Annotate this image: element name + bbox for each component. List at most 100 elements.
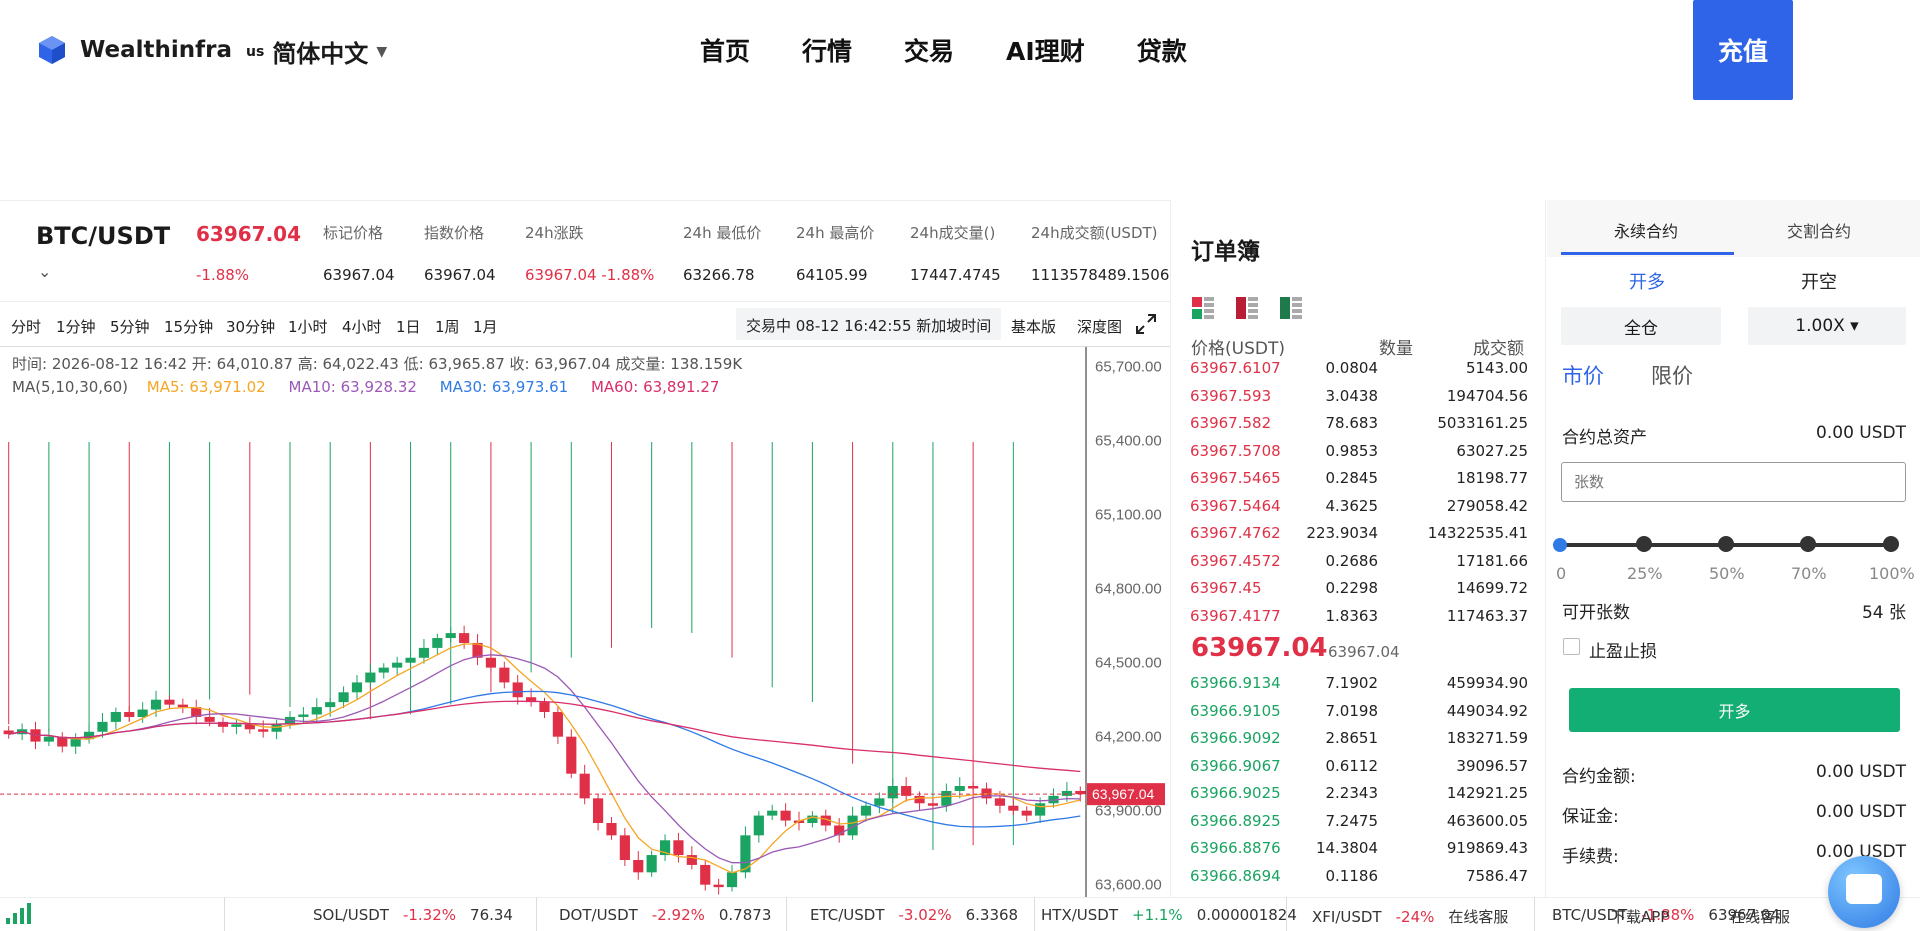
tf-5m[interactable]: 5分钟 [110, 316, 150, 337]
depth-chart-button[interactable]: 深度图 [1077, 316, 1122, 337]
asks-row[interactable]: 63967.45 0.2298 14699.72 [1190, 579, 1528, 606]
bids-row[interactable]: 63966.9134 7.1902 459934.90 [1190, 674, 1528, 701]
tf-1d[interactable]: 1日 [396, 316, 421, 337]
pair-selector[interactable]: BTC/USDT [36, 222, 170, 250]
tab-perpetual[interactable]: 永续合约 [1614, 218, 1678, 242]
bottom-ticker-item[interactable]: SOL/USDT -1.32% 76.34 [313, 906, 513, 924]
bids-price: 63966.9067 [1190, 756, 1281, 775]
slider-mark-100[interactable] [1883, 536, 1899, 552]
bids-qty: 7.2475 [1325, 811, 1379, 830]
tf-line[interactable]: 分时 [11, 316, 41, 337]
order-type-market[interactable]: 市价 [1562, 360, 1604, 390]
bids-row[interactable]: 63966.8694 0.1186 7586.47 [1190, 867, 1528, 894]
bids-row[interactable]: 63966.9092 2.8651 183271.59 [1190, 729, 1528, 756]
order-type-limit[interactable]: 限价 [1651, 360, 1693, 390]
bids-row[interactable]: 63966.9025 2.2343 142921.25 [1190, 784, 1528, 811]
y-tick-label: 64,500.00 [1095, 655, 1162, 672]
asks-row[interactable]: 63967.4177 1.8363 117463.37 [1190, 607, 1528, 634]
bottom-ticker-item[interactable]: DOT/USDT -2.92% 0.7873 [559, 906, 771, 924]
ma10-value: MA10: 63,928.32 [288, 378, 417, 396]
candle-body [914, 795, 925, 804]
orderbook-asks-icon[interactable] [1235, 296, 1259, 320]
candle-body [43, 736, 54, 742]
asks-row[interactable]: 63967.5708 0.9853 63027.25 [1190, 442, 1528, 469]
quantity-input[interactable] [1561, 462, 1906, 502]
bottom-ticker-item[interactable]: XFI/USDT -24% 在线客服 [1312, 906, 1508, 927]
asks-row[interactable]: 63967.4762 223.9034 14322535.41 [1190, 524, 1528, 551]
orderbook-both-icon[interactable] [1191, 296, 1215, 320]
tf-15m[interactable]: 15分钟 [164, 316, 213, 337]
language-selector[interactable]: us 简体中文 ▼ [246, 34, 387, 69]
candle-body [445, 633, 456, 639]
tab-delivery[interactable]: 交割合约 [1787, 218, 1851, 242]
margin-mode-button[interactable]: 全仓 [1561, 307, 1721, 345]
bottom-ticker-pct: -2.92% [651, 906, 705, 924]
orderbook-bids-icon[interactable] [1279, 296, 1303, 320]
ma30-value: MA30: 63,973.61 [439, 378, 569, 396]
asks-total: 14322535.41 [1427, 524, 1528, 542]
online-service-link[interactable]: 在线客服 [1730, 906, 1790, 927]
candle-body [887, 786, 898, 799]
candle-body [405, 657, 416, 663]
leverage-button[interactable]: 1.00X ▾ [1748, 307, 1906, 345]
bids-price: 63966.8694 [1190, 866, 1281, 885]
bids-row[interactable]: 63966.9105 7.0198 449034.92 [1190, 702, 1528, 729]
candle-body [432, 638, 443, 648]
brand-name: Wealthinfra [80, 37, 233, 63]
candle-body [392, 662, 403, 668]
bottom-ticker-pair: XFI/USDT [1312, 908, 1382, 926]
nav-loan[interactable]: 贷款 [1137, 32, 1187, 68]
tf-1h[interactable]: 1小时 [288, 316, 328, 337]
bids-price: 63966.9105 [1190, 701, 1281, 720]
asks-row[interactable]: 63967.5465 0.2845 18198.77 [1190, 469, 1528, 496]
candlestick-chart[interactable]: 65,700.00 65,400.00 65,100.00 64,800.00 64,5… [0, 347, 1170, 897]
tf-1w[interactable]: 1周 [435, 316, 460, 337]
tf-30m[interactable]: 30分钟 [226, 316, 275, 337]
bids-row[interactable]: 63966.9067 0.6112 39096.57 [1190, 757, 1528, 784]
side-long[interactable]: 开多 [1629, 268, 1665, 294]
bottom-ticker-item[interactable]: HTX/USDT +1.1% 0.000001824 [1041, 906, 1297, 924]
tf-1m[interactable]: 1分钟 [56, 316, 96, 337]
asks-total: 117463.37 [1446, 606, 1528, 625]
tf-4h[interactable]: 4小时 [342, 316, 382, 337]
y-tick-label: 63,600.00 [1095, 877, 1162, 894]
slider-mark-25[interactable] [1636, 536, 1652, 552]
orderbook-mid-price: 63967.04 [1191, 633, 1328, 663]
candle-body [552, 712, 563, 737]
tf-1mo[interactable]: 1月 [473, 316, 498, 337]
bids-price: 63966.9025 [1190, 784, 1281, 802]
asks-row[interactable]: 63967.582 78.683 5033161.25 [1190, 414, 1528, 441]
bottom-ticker-item[interactable]: ETC/USDT -3.02% 6.3368 [810, 906, 1018, 924]
slider-handle[interactable] [1553, 538, 1567, 552]
tpsl-checkbox[interactable] [1563, 638, 1580, 655]
slider-label-100: 100% [1869, 564, 1915, 583]
chevron-down-icon[interactable]: ⌄ [38, 262, 51, 281]
asks-total: 194704.56 [1446, 386, 1528, 405]
nav-trade[interactable]: 交易 [904, 32, 954, 68]
download-app-link[interactable]: 下载APP [1611, 906, 1669, 927]
asks-row[interactable]: 63967.4572 0.2686 17181.66 [1190, 552, 1528, 579]
bottom-ticker-pair: DOT/USDT [559, 906, 638, 924]
stat-value-index: 63967.04 [424, 266, 496, 284]
brand-logo[interactable]: Wealthinfra [36, 34, 232, 66]
asks-row[interactable]: 63967.6107 0.0804 5143.00 [1190, 359, 1528, 386]
bids-row[interactable]: 63966.8925 7.2475 463600.05 [1190, 812, 1528, 839]
asks-row[interactable]: 63967.5464 4.3625 279058.42 [1190, 497, 1528, 524]
nav-home[interactable]: 首页 [700, 32, 750, 68]
stat-label-mark: 标记价格 [323, 224, 384, 242]
fullscreen-icon[interactable] [1134, 312, 1158, 336]
asks-row[interactable]: 63967.593 3.0438 194704.56 [1190, 387, 1528, 414]
asks-price: 63967.45 [1190, 579, 1262, 597]
bids-row[interactable]: 63966.8876 14.3804 919869.43 [1190, 839, 1528, 866]
nav-ai-finance[interactable]: AI理财 [1006, 32, 1085, 68]
bids-qty: 7.0198 [1325, 701, 1379, 720]
side-short[interactable]: 开空 [1801, 268, 1837, 294]
nav-market[interactable]: 行情 [802, 32, 852, 68]
margin-value: 0.00 USDT [1816, 802, 1906, 822]
slider-mark-50[interactable] [1718, 536, 1734, 552]
basic-view-button[interactable]: 基本版 [1011, 316, 1056, 337]
asks-total: 63027.25 [1456, 441, 1528, 460]
slider-mark-70[interactable] [1800, 536, 1816, 552]
deposit-button[interactable]: 充值 [1693, 0, 1793, 100]
open-long-button[interactable]: 开多 [1569, 688, 1900, 732]
